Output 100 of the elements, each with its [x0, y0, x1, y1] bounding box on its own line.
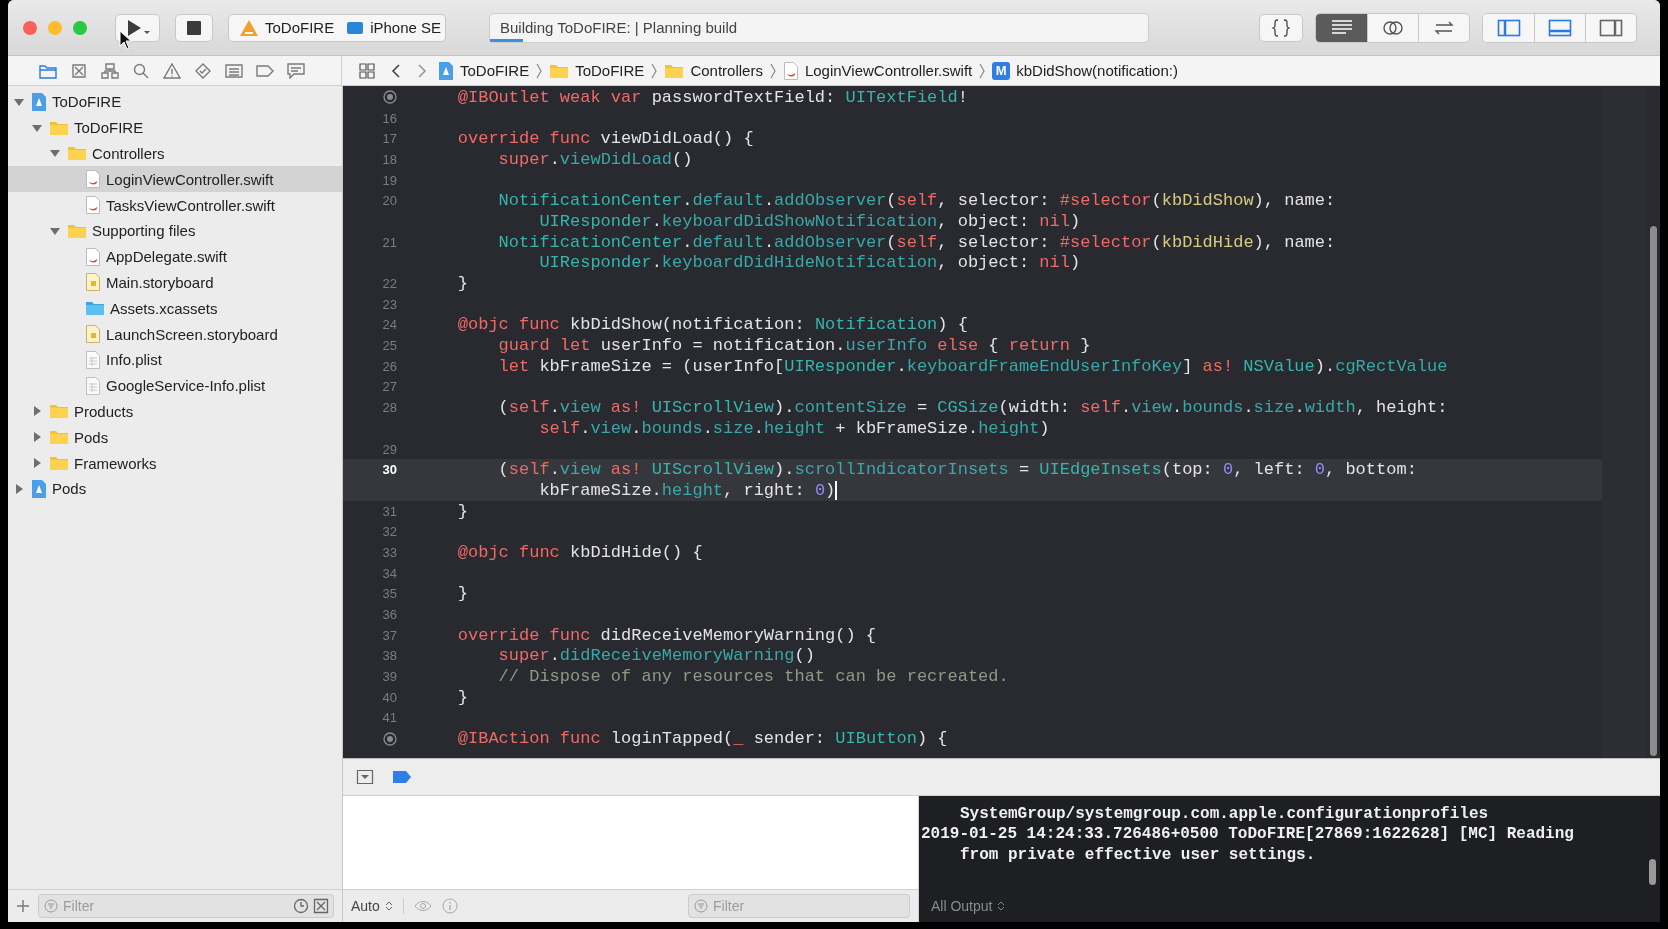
navigator-tab[interactable]	[69, 62, 89, 79]
filter-icon	[694, 899, 708, 913]
file-name[interactable]: ToDoFIRE	[52, 93, 122, 111]
line-number: 35	[382, 586, 397, 602]
document-icon	[85, 349, 101, 370]
navigator-tab[interactable]	[193, 62, 213, 79]
panel-right-icon	[1599, 18, 1623, 37]
selected-row-highlight[interactable]: LoginViewController.swift	[8, 166, 342, 193]
console-output: from private effective user settings.	[960, 845, 1316, 864]
connection-dot-icon[interactable]	[383, 731, 397, 746]
folder-icon	[49, 119, 69, 136]
code-line: guard let userInfo = notification.userInfo else { return }	[498, 336, 1091, 356]
line-number: 25	[382, 338, 397, 354]
file-name[interactable]: GoogleService-Info.plist	[106, 377, 266, 395]
file-name[interactable]: Pods	[74, 428, 109, 446]
line-number: 17	[382, 131, 397, 147]
speech-bubble-icon	[287, 62, 305, 79]
line-number: 36	[382, 607, 397, 623]
search-icon	[133, 62, 149, 79]
filter-field[interactable]: Filter	[38, 894, 334, 918]
folder-icon	[39, 62, 57, 79]
code-line: UIResponder.keyboardDidShowNotification, object: nil)	[539, 211, 1081, 231]
scheme-button[interactable]: ToDoFIRE	[239, 18, 335, 37]
navigator-tab[interactable]	[100, 62, 120, 79]
destination-button[interactable]: iPhone SE	[346, 19, 442, 36]
filter-field[interactable]: Filter	[688, 894, 910, 918]
x-box-icon[interactable]	[313, 898, 329, 914]
file-name[interactable]: AppDelegate.swift	[106, 248, 227, 266]
code-line: // Dispose of any resources that can be recreated.	[498, 667, 1009, 687]
navigator-tab[interactable]	[131, 62, 151, 79]
disclosure-triangle-icon[interactable]	[31, 457, 43, 470]
file-name[interactable]: Supporting files	[92, 222, 196, 240]
clock-icon[interactable]	[293, 898, 309, 914]
chevron-icon	[978, 61, 987, 80]
close-button[interactable]	[23, 20, 37, 35]
output-popup[interactable]: All Output	[931, 897, 1006, 914]
navigator-tab[interactable]	[224, 62, 244, 79]
file-name[interactable]: Info.plist	[106, 351, 162, 369]
app-icon	[239, 18, 259, 37]
plus-icon[interactable]	[16, 899, 30, 913]
breadcrumb[interactable]: ToDoFIRE	[438, 60, 530, 81]
line-number: 24	[382, 317, 397, 333]
folder-icon	[67, 222, 87, 239]
text-cursor	[835, 480, 838, 500]
line-number: 27	[382, 379, 397, 395]
hierarchy-icon	[101, 62, 119, 79]
line-number: 23	[382, 296, 397, 312]
navigator-tab[interactable]	[286, 62, 306, 79]
scope-popup[interactable]: Auto	[351, 898, 393, 914]
braces-icon	[1271, 18, 1291, 37]
file-name[interactable]: Pods	[52, 480, 87, 498]
library-button[interactable]	[1259, 13, 1303, 42]
navigator-tab[interactable]	[162, 62, 182, 79]
file-name[interactable]: LoginViewController.swift	[106, 170, 274, 188]
lines-icon	[1329, 18, 1354, 37]
code-line: override func didReceiveMemoryWarning() {	[457, 625, 877, 645]
chevron-icon	[650, 61, 659, 80]
file-name[interactable]: Controllers	[92, 145, 165, 162]
panel-left-icon	[1496, 18, 1521, 37]
file-name[interactable]: LaunchScreen.storyboard	[106, 325, 278, 343]
breadcrumb[interactable]: Controllers	[664, 62, 763, 79]
swift-file-icon	[85, 169, 101, 190]
code-line: (self.view as! UIScrollView).contentSize = CGSize(width: self.view.bounds.size.width, height:	[498, 398, 1448, 418]
scrollbar-thumb[interactable]	[1650, 226, 1657, 756]
breadcrumb[interactable]: ToDoFIRE	[549, 62, 645, 79]
line-number: 31	[382, 503, 397, 519]
file-name[interactable]: Assets.xcassets	[110, 299, 218, 317]
file-name[interactable]: TasksViewController.swift	[106, 196, 275, 214]
folder-icon	[664, 62, 685, 79]
editor-mode-button[interactable]	[1316, 13, 1367, 42]
code-line: NotificationCenter.default.addObserver(self, selector: #selector(kbDidShow), name:	[498, 191, 1336, 211]
code-line: }	[457, 584, 468, 604]
line-number: 34	[382, 565, 397, 581]
disclosure-triangle-icon[interactable]	[31, 405, 43, 418]
file-name[interactable]: Frameworks	[74, 454, 157, 472]
line-number: 18	[382, 151, 397, 167]
line-number: 19	[382, 172, 397, 188]
folder-icon	[67, 145, 87, 162]
navigator-tab[interactable]	[38, 62, 58, 79]
stop-button[interactable]	[175, 13, 213, 42]
breadcrumb[interactable]: LoginViewController.swift	[782, 60, 973, 81]
line-number: 20	[382, 193, 397, 209]
breadcrumb[interactable]: M kbDidShow(notification:)	[992, 61, 1178, 80]
warning-icon	[163, 62, 181, 79]
project-file-icon	[31, 91, 47, 112]
scrollbar-thumb[interactable]	[1649, 859, 1656, 885]
file-name[interactable]: Products	[74, 402, 134, 420]
swift-file-icon	[85, 195, 101, 216]
folder-icon	[85, 300, 105, 317]
file-name[interactable]: ToDoFIRE	[74, 119, 144, 137]
line-number: 30	[382, 462, 397, 478]
file-name[interactable]: Main.storyboard	[106, 273, 214, 291]
disclosure-triangle-icon[interactable]	[13, 482, 25, 495]
code-line: }	[457, 501, 468, 521]
disclosure-triangle-icon[interactable]	[31, 431, 43, 444]
navigator-tab[interactable]	[255, 62, 275, 79]
line-number: 16	[382, 110, 397, 126]
connection-dot-icon[interactable]	[383, 90, 397, 105]
swift-file-icon	[782, 60, 799, 81]
console-output: 2019-01-25 14:24:33.726486+0500 ToDoFIRE[27869:1622628] [MC] Reading	[921, 825, 1574, 844]
